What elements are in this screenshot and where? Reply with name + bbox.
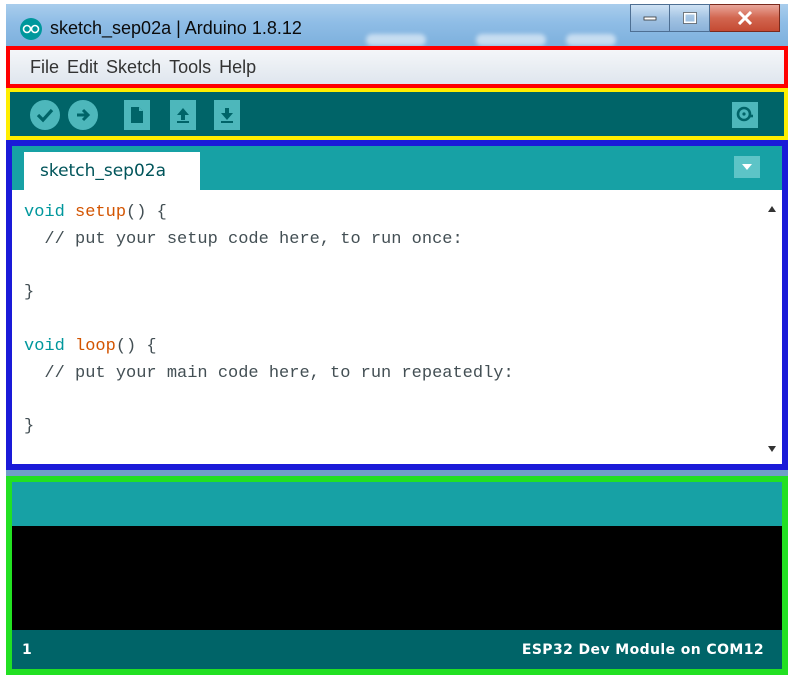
status-bar: 1 ESP32 Dev Module on COM12 <box>12 630 782 669</box>
tab-sketch[interactable]: sketch_sep02a <box>24 152 200 190</box>
tab-strip: sketch_sep02a <box>12 146 782 190</box>
console-output[interactable] <box>12 526 782 630</box>
code-line: void loop() { <box>24 334 762 361</box>
editor-scrollbar[interactable] <box>762 190 782 464</box>
scroll-up-icon[interactable] <box>766 204 778 214</box>
console-region: 1 ESP32 Dev Module on COM12 <box>6 476 788 675</box>
arduino-logo-icon <box>20 18 42 40</box>
code-function: setup <box>75 203 127 222</box>
scroll-down-icon[interactable] <box>766 444 778 454</box>
minimize-icon[interactable] <box>630 4 670 32</box>
window-controls <box>630 4 780 34</box>
upload-icon[interactable] <box>68 100 98 130</box>
code-line: // put your setup code here, to run once… <box>24 229 463 249</box>
open-icon[interactable] <box>170 100 196 130</box>
code-editor[interactable]: void setup() { // put your setup code he… <box>12 190 762 464</box>
toolbar <box>6 88 788 140</box>
board-port-label: ESP32 Dev Module on COM12 <box>521 642 764 658</box>
code-keyword: void <box>24 203 65 222</box>
verify-icon[interactable] <box>30 100 60 130</box>
console-header <box>12 482 782 526</box>
code-keyword: void <box>24 336 65 356</box>
menu-help[interactable]: Help <box>219 57 256 78</box>
serial-monitor-icon[interactable] <box>732 102 758 128</box>
code-line: } <box>24 283 35 303</box>
code-line: // put your main code here, to run repea… <box>24 363 514 383</box>
new-icon[interactable] <box>124 100 150 130</box>
close-icon[interactable] <box>710 4 780 32</box>
window-title: sketch_sep02a | Arduino 1.8.12 <box>50 18 302 38</box>
line-number: 1 <box>22 642 32 658</box>
menu-bar: File Edit Sketch Tools Help <box>6 46 788 88</box>
chevron-down-icon[interactable] <box>734 156 760 178</box>
code-line: void setup() { <box>24 200 762 227</box>
save-icon[interactable] <box>214 100 240 130</box>
code-text: () { <box>115 336 157 356</box>
code-function: loop <box>75 336 116 356</box>
menu-sketch[interactable]: Sketch <box>106 57 161 78</box>
menu-tools[interactable]: Tools <box>169 57 211 78</box>
code-line: } <box>24 417 35 437</box>
menu-edit[interactable]: Edit <box>67 57 98 78</box>
code-text: () { <box>126 203 167 222</box>
menu-file[interactable]: File <box>30 57 59 78</box>
editor-region: sketch_sep02a void setup() { // put your… <box>6 140 788 470</box>
maximize-icon[interactable] <box>670 4 710 32</box>
title-bar: sketch_sep02a | Arduino 1.8.12 <box>6 4 788 50</box>
